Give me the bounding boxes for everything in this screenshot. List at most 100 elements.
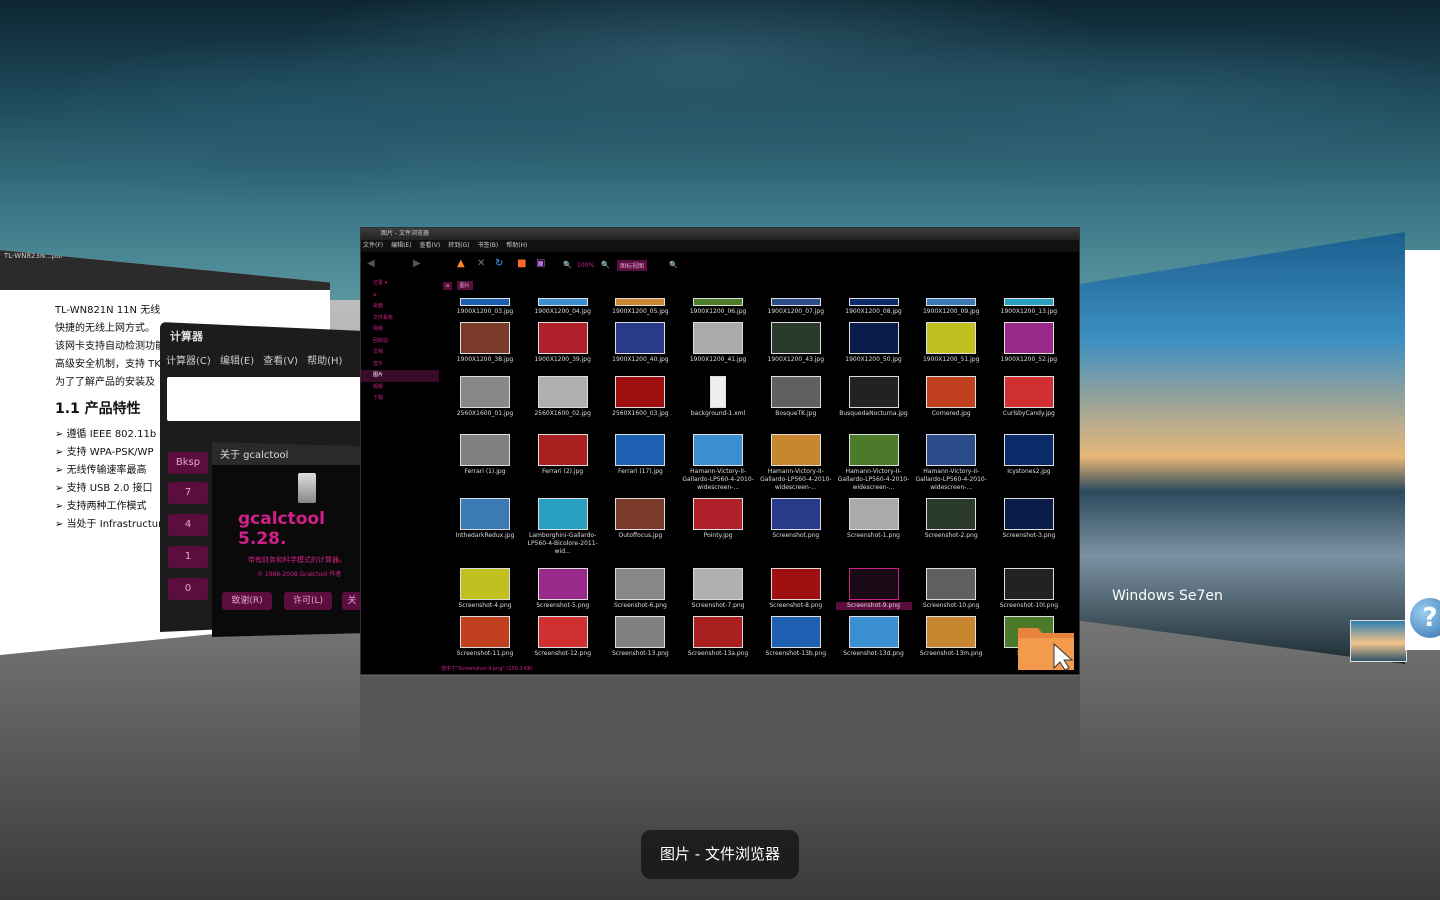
file-item[interactable]: 1900X1200_05.jpg [602,298,678,316]
file-item[interactable]: Screenshot-7.png [680,568,756,610]
file-item[interactable]: Outoffocus.jpg [602,498,678,540]
back-icon[interactable]: ◀ [367,258,375,269]
file-item[interactable]: 2560X1600_01.jpg [447,376,523,418]
sidebar-item[interactable]: 网络 [361,324,439,336]
file-item[interactable]: Screenshot-1.png [836,498,912,540]
sidebar-item[interactable]: 下载 [361,393,439,405]
forward-icon[interactable]: ▶ [413,258,421,269]
file-item[interactable]: 2560X1600_03.jpg [602,376,678,418]
sidebar-item[interactable]: a [361,290,439,302]
up-icon[interactable]: ▲ [457,258,465,269]
file-item[interactable]: Lamborghini-Gallardo-LP560-4-Bicolore-20… [525,498,601,556]
file-item[interactable]: Screenshot-11.png [447,616,523,658]
file-item[interactable]: Pointy.jpg [680,498,756,540]
file-item[interactable]: Screenshot-13b.png [758,616,834,658]
file-item[interactable]: 2560X1600_02.jpg [525,376,601,418]
file-item[interactable]: BosqueTK.jpg [758,376,834,418]
home-icon[interactable]: ■ [517,258,526,269]
file-item[interactable]: Ferrari (2).jpg [525,434,601,476]
search-icon[interactable]: 🔍 [669,261,678,269]
file-item[interactable]: 1900X1200_51.jpg [913,322,989,364]
file-item[interactable]: Screenshot-5.png [525,568,601,610]
file-item[interactable]: Hamann-Victory-II-Gallardo-LP560-4-2010-… [836,434,912,492]
file-item[interactable]: Hamann-Victory-II-Gallardo-LP560-4-2010-… [758,434,834,492]
file-item[interactable]: 1900X1200_39.jpg [525,322,601,364]
zoom-out-icon[interactable]: 🔍 [563,261,572,269]
menu-help[interactable]: 帮助(H) [307,356,342,367]
file-item[interactable]: 1900X1200_06.jpg [680,298,756,316]
file-item[interactable]: 1900X1200_08.jpg [836,298,912,316]
file-item[interactable]: Screenshot-6.png [602,568,678,610]
menu-calculator[interactable]: 计算器(C) [166,356,211,367]
windows7-wallpaper-window[interactable]: Windows Se7en [1080,232,1405,664]
file-item[interactable]: 1900X1200_13.jpg [991,298,1067,316]
file-item[interactable]: 1900X1200_43.jpg [758,322,834,364]
file-item[interactable]: 1900X1200_07.jpg [758,298,834,316]
file-item[interactable]: Icystones2.jpg [991,434,1067,476]
file-item[interactable]: background-1.xml [680,376,756,418]
menu-help[interactable]: 帮助(H) [506,242,527,249]
file-item[interactable]: Screenshot-13m.png [913,616,989,658]
key-backspace[interactable]: Bksp [168,452,208,474]
sidebar-header[interactable]: 位置 ▾ [361,278,439,290]
file-item[interactable]: CurlsbyCandy.jpg [991,376,1067,418]
menu-go[interactable]: 转到(G) [448,242,469,249]
menu-edit[interactable]: 编辑(E) [391,242,411,249]
file-item[interactable]: BusquedaNocturna.jpg [836,376,912,418]
close-button[interactable]: 关 [342,592,362,610]
zoom-in-icon[interactable]: 🔍 [601,261,610,269]
file-item[interactable]: 1900X1200_52.jpg [991,322,1067,364]
file-item[interactable]: Hamann-Victory-II-Gallardo-LP560-4-2010-… [680,434,756,492]
file-item[interactable]: 1900X1200_38.jpg [447,322,523,364]
credits-button[interactable]: 致谢(R) [222,592,272,610]
file-item[interactable]: Ferrari (1).jpg [447,434,523,476]
sidebar-item[interactable]: 文件系统 [361,313,439,325]
file-item[interactable]: 1900X1200_09.jpg [913,298,989,316]
menu-view[interactable]: 查看(V) [419,242,440,249]
reload-icon[interactable]: ↻ [495,258,503,269]
browser-window[interactable] [1405,250,1440,650]
menu-file[interactable]: 文件(F) [363,242,383,249]
file-item[interactable]: Screenshot-3.png [991,498,1067,540]
file-item[interactable]: Screenshot-12.png [525,616,601,658]
stop-icon[interactable]: ✕ [477,258,485,269]
file-item[interactable]: Screenshot-4.png [447,568,523,610]
key-0[interactable]: 0 [168,578,208,600]
file-item[interactable]: Screenshot-13a.png [680,616,756,658]
file-browser-window[interactable]: 图片 - 文件浏览器 文件(F) 编辑(E) 查看(V) 转到(G) 书签(B)… [360,227,1080,675]
file-item[interactable]: Screenshot-10.png [913,568,989,610]
key-7[interactable]: 7 [168,482,208,504]
sidebar-item[interactable]: 桌面 [361,301,439,313]
file-item[interactable]: Screenshot-13d.png [836,616,912,658]
sidebar-item-selected[interactable]: 图片 [361,370,439,382]
computer-icon[interactable]: ▣ [536,258,545,269]
file-item[interactable]: Hamann-Victory-II-Gallardo-LP560-4-2010-… [913,434,989,492]
sidebar-item[interactable]: 视频 [361,382,439,394]
menu-edit[interactable]: 编辑(E) [220,356,254,367]
path-button[interactable]: a [443,282,453,290]
file-item[interactable]: Screenshot.png [758,498,834,540]
file-item[interactable]: Ferrari (17).jpg [602,434,678,476]
sidebar-item[interactable]: 文档 [361,347,439,359]
file-item[interactable]: 1900X1200_03.jpg [447,298,523,316]
path-button[interactable]: 图片 [456,281,473,290]
file-item[interactable]: Screenshot-13.png [602,616,678,658]
file-item[interactable]: 1900X1200_04.jpg [525,298,601,316]
key-1[interactable]: 1 [168,546,208,568]
about-dialog[interactable]: 关于 gcalctool gcalctool 5.28. 带有财务和科学模式的计… [212,442,362,637]
file-item[interactable]: Screenshot-2.png [913,498,989,540]
sidebar-item[interactable]: 音乐 [361,359,439,371]
view-mode-select[interactable]: 图标视图 [617,260,648,271]
file-item[interactable]: Screenshot-10l.png [991,568,1067,610]
file-item[interactable]: Cornered.jpg [913,376,989,418]
file-item[interactable]: 1900X1200_50.jpg [836,322,912,364]
file-item[interactable]: Screenshot-8.png [758,568,834,610]
file-item[interactable]: 1900X1200_40.jpg [602,322,678,364]
menu-bookmarks[interactable]: 书签(B) [477,242,498,249]
file-item[interactable]: 1900X1200_41.jpg [680,322,756,364]
license-button[interactable]: 许可(L) [284,592,332,610]
menu-view[interactable]: 查看(V) [263,356,298,367]
file-item[interactable]: InthedarkRedux.jpg [447,498,523,540]
key-4[interactable]: 4 [168,514,208,536]
file-item[interactable]: Screenshot-9.png [835,568,912,610]
